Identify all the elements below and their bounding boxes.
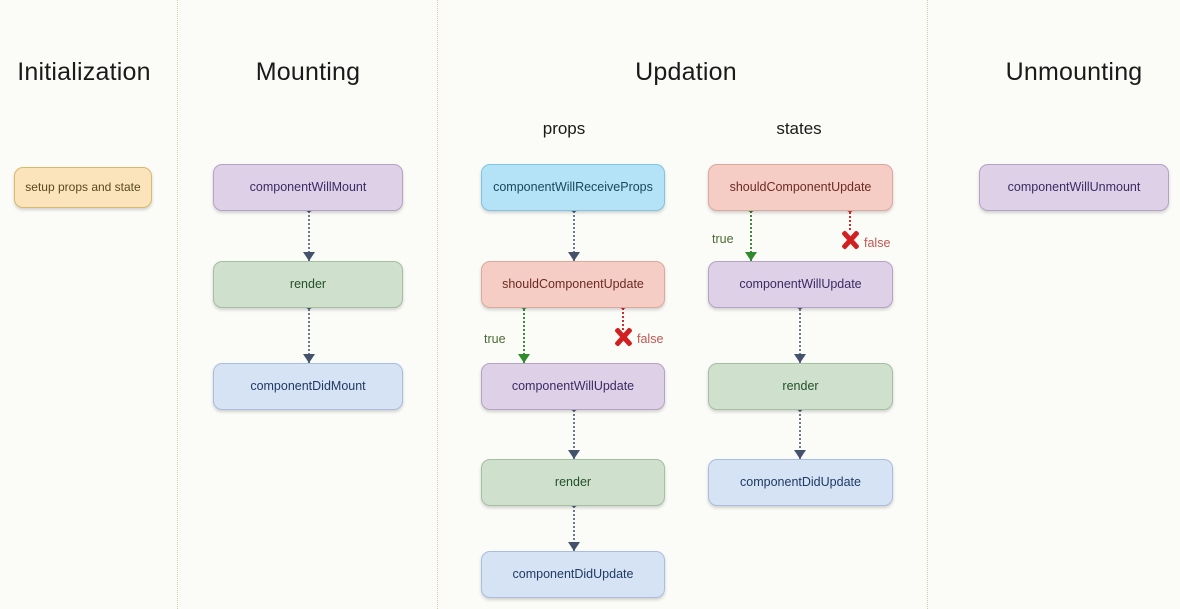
lifecycle-node-label-states-should-update: shouldComponentUpdate bbox=[729, 179, 872, 194]
connector-arrow-props-render-to-did bbox=[568, 542, 580, 551]
subheading-states: states bbox=[776, 119, 822, 138]
lifecycle-node-setup-props-and-state: setup props and state bbox=[14, 167, 152, 208]
lifecycle-node-label-props-render: render bbox=[554, 474, 592, 489]
lifecycle-node-label-unmounting-will-unmount: componentWillUnmount bbox=[1007, 179, 1141, 194]
lifecycle-node-states-did-update: componentDidUpdate bbox=[708, 459, 893, 506]
connector-arrow-props-recv-to-should bbox=[568, 252, 580, 261]
connector-arrow-props-should-true bbox=[518, 354, 530, 363]
section-divider-2 bbox=[927, 0, 928, 609]
lifecycle-node-states-will-update: componentWillUpdate bbox=[708, 261, 893, 308]
edge-label-states-true-label: true bbox=[712, 232, 734, 246]
section-divider-1 bbox=[437, 0, 438, 609]
lifecycle-node-mounting-render: render bbox=[213, 261, 403, 308]
connector-arrow-mount-will-to-render bbox=[303, 252, 315, 261]
lifecycle-node-unmounting-will-unmount: componentWillUnmount bbox=[979, 164, 1169, 211]
lifecycle-node-label-props-will-receive-props: componentWillReceiveProps bbox=[493, 179, 653, 194]
react-lifecycle-diagram: Initialization Mounting Updation Unmounting… bbox=[0, 0, 1180, 609]
lifecycle-node-states-should-update: shouldComponentUpdate bbox=[708, 164, 893, 211]
lifecycle-node-label-props-should-update: shouldComponentUpdate bbox=[502, 276, 644, 291]
cross-icon-props-false-x bbox=[612, 326, 634, 348]
edge-label-states-false-label: false bbox=[864, 236, 891, 250]
section-divider-0 bbox=[177, 0, 178, 609]
lifecycle-node-props-will-receive-props: componentWillReceiveProps bbox=[481, 164, 665, 211]
lifecycle-node-states-render: render bbox=[708, 363, 893, 410]
lifecycle-node-label-mounting-render: render bbox=[289, 276, 327, 291]
lifecycle-node-mounting-will-mount: componentWillMount bbox=[213, 164, 403, 211]
lifecycle-node-props-will-update: componentWillUpdate bbox=[481, 363, 665, 410]
phase-title-unmounting: Unmounting bbox=[1005, 58, 1143, 86]
phase-title-updation: Updation bbox=[635, 58, 737, 86]
phase-title-mounting: Mounting bbox=[255, 58, 361, 86]
cross-icon-states-false-x bbox=[839, 229, 861, 251]
connector-arrow-states-render-to-did bbox=[794, 450, 806, 459]
lifecycle-node-label-states-render: render bbox=[782, 378, 819, 393]
lifecycle-node-label-setup-props-and-state: setup props and state bbox=[25, 179, 141, 194]
lifecycle-node-mounting-did-mount: componentDidMount bbox=[213, 363, 403, 410]
lifecycle-node-props-should-update: shouldComponentUpdate bbox=[481, 261, 665, 308]
lifecycle-node-label-mounting-will-mount: componentWillMount bbox=[249, 179, 367, 194]
lifecycle-node-label-props-did-update: componentDidUpdate bbox=[512, 566, 634, 581]
connector-arrow-mount-render-to-did bbox=[303, 354, 315, 363]
lifecycle-node-label-states-will-update: componentWillUpdate bbox=[739, 276, 862, 291]
edge-label-props-true-label: true bbox=[484, 332, 506, 346]
connector-arrow-states-should-true bbox=[745, 252, 757, 261]
lifecycle-node-props-render: render bbox=[481, 459, 665, 506]
lifecycle-node-label-mounting-did-mount: componentDidMount bbox=[250, 378, 366, 393]
lifecycle-node-label-states-did-update: componentDidUpdate bbox=[740, 474, 861, 489]
lifecycle-node-props-did-update: componentDidUpdate bbox=[481, 551, 665, 598]
edge-label-props-false-label: false bbox=[637, 332, 664, 346]
connector-arrow-props-will-to-render bbox=[568, 450, 580, 459]
connector-arrow-states-will-to-render bbox=[794, 354, 806, 363]
subheading-props: props bbox=[542, 119, 586, 138]
lifecycle-node-label-props-will-update: componentWillUpdate bbox=[511, 378, 635, 393]
